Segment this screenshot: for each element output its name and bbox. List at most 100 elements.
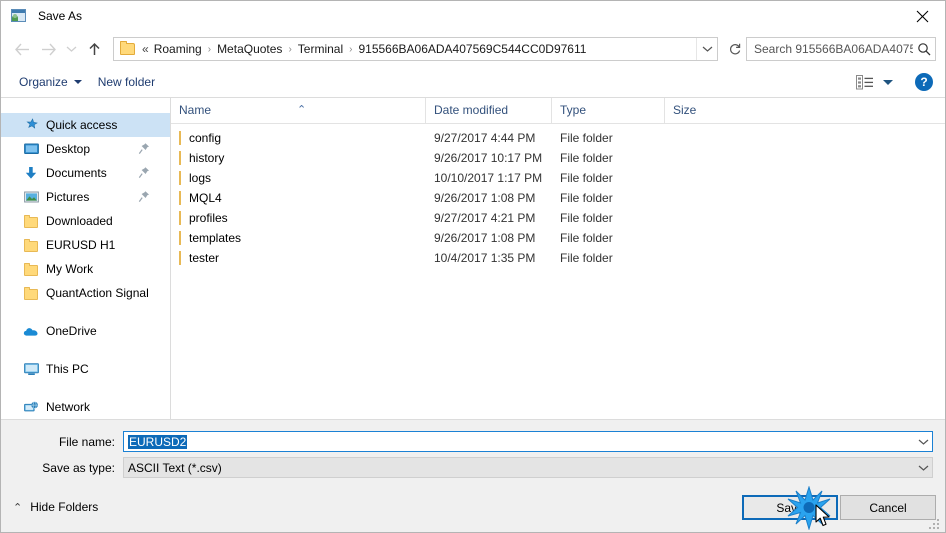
cancel-button[interactable]: Cancel: [840, 495, 936, 520]
sidebar-item-label: This PC: [46, 362, 89, 376]
resize-grip[interactable]: [929, 519, 941, 531]
search-icon[interactable]: [913, 42, 935, 56]
hide-folders-button[interactable]: ⌃ Hide Folders: [13, 500, 98, 514]
folder-icon: [23, 285, 39, 301]
folder-icon: [179, 171, 181, 185]
folder-icon: [179, 251, 181, 265]
sidebar-item-downloaded[interactable]: Downloaded: [1, 209, 170, 233]
breadcrumb: « Roaming › MetaQuotes › Terminal › 9155…: [140, 40, 696, 58]
file-name-cell: MQL4: [171, 191, 426, 205]
file-name-label: logs: [189, 171, 212, 185]
file-type-cell: File folder: [560, 151, 613, 165]
breadcrumb-separator[interactable]: ›: [205, 44, 214, 55]
folder-icon: [179, 191, 181, 205]
sidebar-item-onedrive[interactable]: OneDrive: [1, 319, 170, 343]
documents-download-icon: [23, 165, 39, 181]
file-name-selected-text: EURUSD2: [128, 434, 188, 449]
file-type-cell: File folder: [560, 171, 613, 185]
breadcrumb-item-metaquotes[interactable]: MetaQuotes: [214, 40, 285, 58]
file-name-label: tester: [189, 251, 220, 265]
folder-icon: [120, 41, 135, 55]
file-list-header: Name ⌃ Date modified Type Size: [171, 98, 945, 124]
forward-arrow-icon[interactable]: [35, 35, 61, 63]
sidebar-item-label: EURUSD H1: [46, 238, 116, 252]
sidebar-item-this-pc[interactable]: This PC: [1, 357, 170, 381]
refresh-icon[interactable]: [724, 38, 746, 60]
table-row[interactable]: MQL4 9/26/2017 1:08 PM File folder: [171, 188, 945, 208]
folder-icon: [179, 131, 181, 145]
save-as-type-select[interactable]: ASCII Text (*.csv): [123, 457, 933, 478]
star-icon: [23, 117, 39, 133]
table-row[interactable]: config 9/27/2017 4:44 PM File folder: [171, 128, 945, 148]
sidebar-item-label: Network: [46, 400, 91, 414]
file-name-value: EURUSD2: [128, 434, 914, 449]
search-placeholder: Search 915566BA06ADA40756...: [754, 42, 913, 56]
address-bar[interactable]: « Roaming › MetaQuotes › Terminal › 9155…: [113, 37, 718, 61]
pin-icon[interactable]: [138, 166, 150, 182]
search-input[interactable]: Search 915566BA06ADA40756...: [746, 37, 936, 61]
file-type-cell: File folder: [560, 131, 613, 145]
file-name-dropdown-chevron-icon[interactable]: [914, 438, 932, 446]
table-row[interactable]: logs 10/10/2017 1:17 PM File folder: [171, 168, 945, 188]
file-name-label: config: [189, 131, 222, 145]
breadcrumb-item-terminal[interactable]: Terminal: [295, 40, 346, 58]
recent-locations-chevron-icon[interactable]: [61, 35, 81, 63]
sidebar-item-quick-access[interactable]: Quick access: [1, 113, 170, 137]
file-name-label: history: [189, 151, 225, 165]
new-folder-button[interactable]: New folder: [90, 71, 163, 93]
save-as-type-dropdown-chevron-icon[interactable]: [914, 464, 932, 472]
column-header-size[interactable]: Size: [665, 98, 745, 123]
file-list: Name ⌃ Date modified Type Size config 9/…: [171, 98, 945, 419]
breadcrumb-item-terminal-id[interactable]: 915566BA06ADA407569C544CC0D97611: [355, 40, 589, 58]
address-dropdown-chevron-icon[interactable]: [696, 38, 717, 60]
sidebar-item-label: Downloaded: [46, 214, 113, 228]
sidebar-item-desktop[interactable]: Desktop: [1, 137, 170, 161]
breadcrumb-separator[interactable]: ›: [346, 44, 355, 55]
file-name-cell: profiles: [171, 211, 426, 225]
new-folder-label: New folder: [97, 75, 156, 89]
sidebar-item-network[interactable]: Network: [1, 395, 170, 419]
up-arrow-icon[interactable]: [81, 35, 107, 63]
sidebar-item-label: Desktop: [46, 142, 91, 156]
save-button[interactable]: Save: [742, 495, 838, 520]
breadcrumb-overflow[interactable]: «: [140, 40, 151, 58]
column-header-date-modified[interactable]: Date modified: [426, 98, 552, 123]
table-row[interactable]: history 9/26/2017 10:17 PM File folder: [171, 148, 945, 168]
table-row[interactable]: profiles 9/27/2017 4:21 PM File folder: [171, 208, 945, 228]
file-date-cell: 9/27/2017 4:44 PM: [434, 131, 536, 145]
view-dropdown-chevron-icon[interactable]: [883, 79, 893, 85]
help-button[interactable]: ?: [915, 73, 933, 91]
pin-icon[interactable]: [138, 190, 150, 206]
file-name-input[interactable]: EURUSD2: [123, 431, 933, 452]
sidebar-item-label: Pictures: [46, 190, 90, 204]
sidebar-item-documents[interactable]: Documents: [1, 161, 170, 185]
window-title: Save As: [38, 9, 83, 23]
view-layout-icon[interactable]: [854, 73, 876, 91]
table-row[interactable]: templates 9/26/2017 1:08 PM File folder: [171, 228, 945, 248]
sidebar-item-my-work[interactable]: My Work: [1, 257, 170, 281]
file-name-label: templates: [189, 231, 242, 245]
sidebar-item-label: My Work: [46, 262, 94, 276]
column-header-name[interactable]: Name ⌃: [171, 98, 426, 123]
table-row[interactable]: tester 10/4/2017 1:35 PM File folder: [171, 248, 945, 268]
sidebar-item-label: Quick access: [46, 118, 118, 132]
file-name-cell: history: [171, 151, 426, 165]
column-header-label: Name: [179, 103, 212, 117]
pin-icon[interactable]: [138, 142, 150, 158]
sidebar-item-eurusd-h1[interactable]: EURUSD H1: [1, 233, 170, 257]
organize-button[interactable]: Organize: [11, 71, 90, 93]
chevron-down-icon: [73, 80, 82, 84]
file-date-cell: 9/26/2017 1:08 PM: [434, 191, 536, 205]
file-name-label: MQL4: [189, 191, 222, 205]
breadcrumb-separator[interactable]: ›: [285, 44, 294, 55]
sidebar-item-pictures[interactable]: Pictures: [1, 185, 170, 209]
onedrive-cloud-icon: [23, 323, 39, 339]
folder-icon: [179, 231, 181, 245]
column-header-type[interactable]: Type: [552, 98, 665, 123]
sidebar-item-quantaction-signal[interactable]: QuantAction Signal: [1, 281, 170, 305]
breadcrumb-item-roaming[interactable]: Roaming: [151, 40, 205, 58]
pictures-icon: [23, 189, 39, 205]
back-arrow-icon[interactable]: [9, 35, 35, 63]
close-icon[interactable]: [899, 1, 945, 31]
